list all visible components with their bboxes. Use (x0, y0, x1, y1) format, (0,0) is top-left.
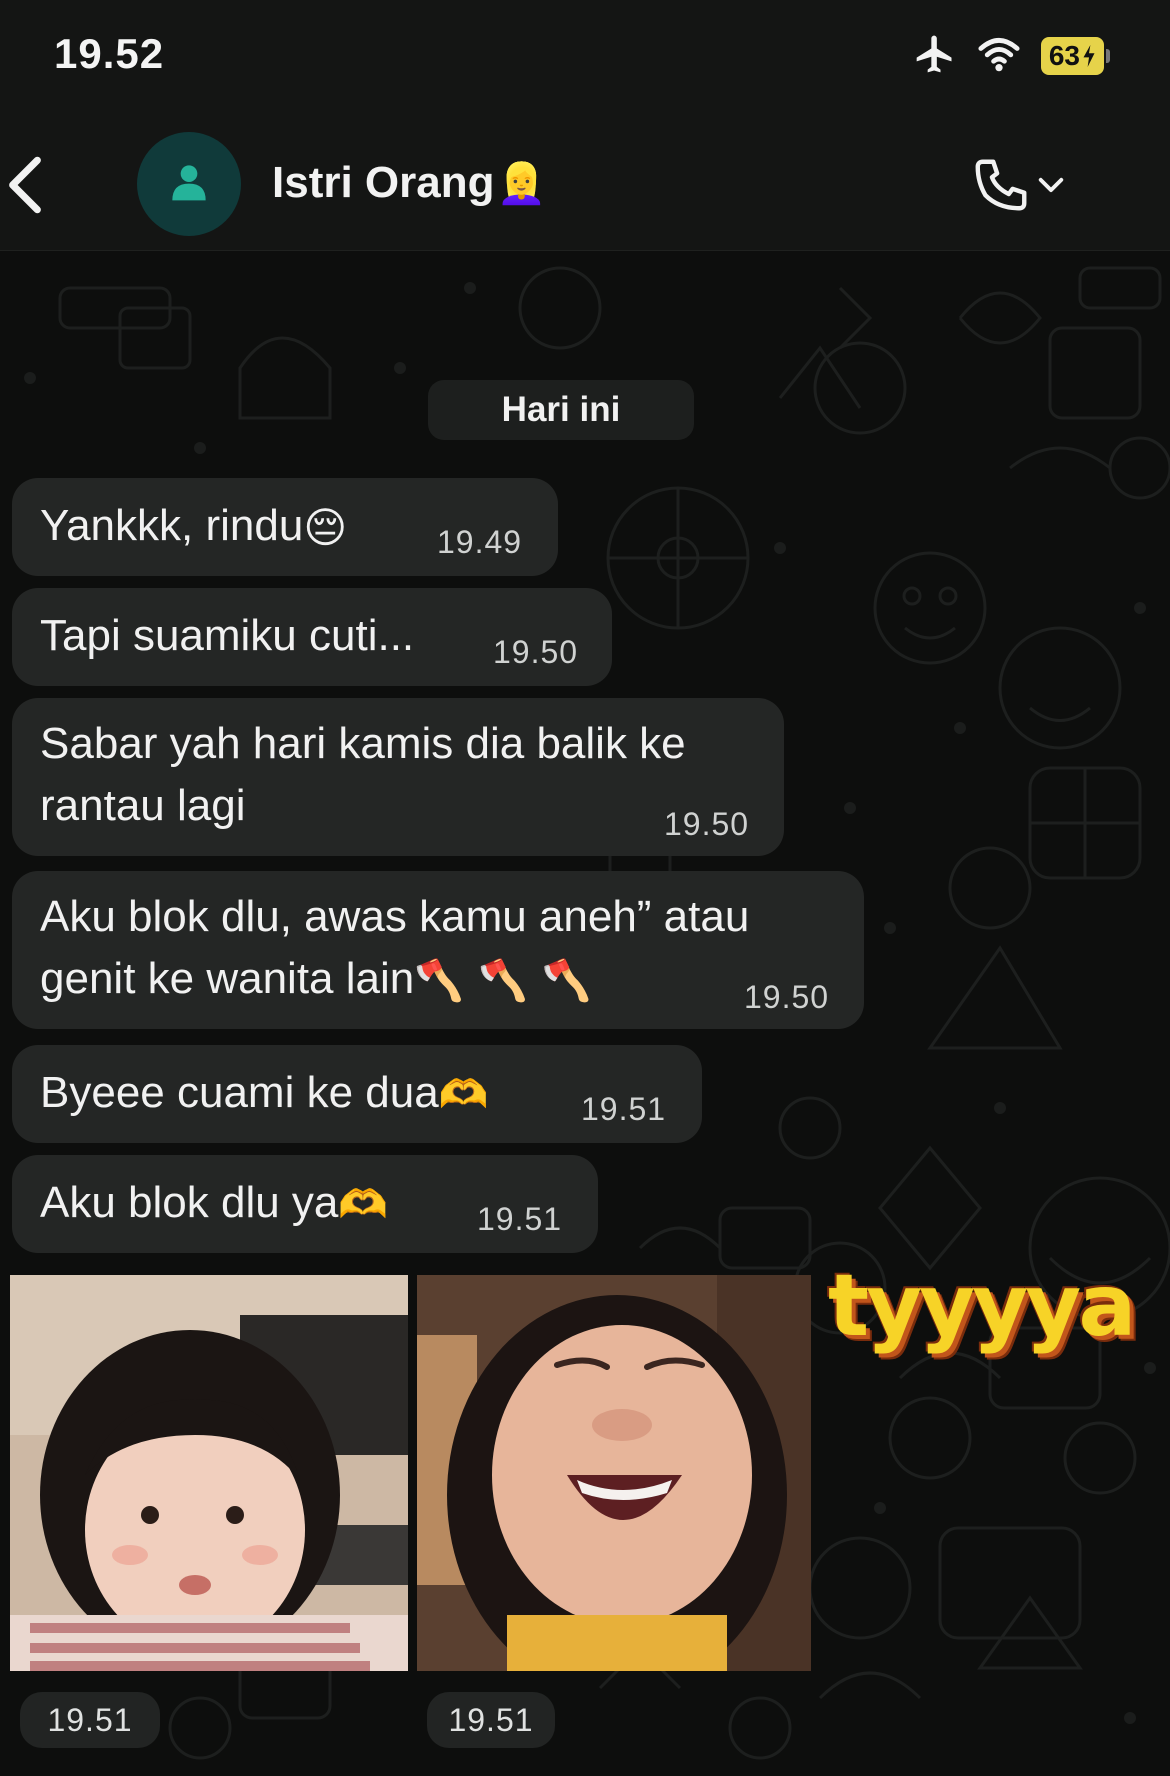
chat-screen: 19.52 63 (0, 0, 1170, 1776)
chevron-down-icon (1038, 176, 1064, 199)
message-emoji: 🪓🪓🪓 (414, 959, 606, 1004)
child-laughing-image (417, 1275, 811, 1671)
call-button[interactable] (970, 152, 1080, 222)
message-bubble[interactable]: Tapi suamiku cuti... 19.50 (12, 588, 612, 686)
message-time: 19.50 (744, 979, 830, 1015)
child-photo-image (10, 1275, 408, 1671)
message-text: Byeee cuami ke dua (40, 1068, 439, 1117)
message-text-line2: genit ke wanita lain (40, 954, 415, 1003)
contact-name-text: Istri Orang (272, 158, 495, 207)
contact-emoji: 👱‍♀️ (496, 161, 547, 206)
status-time: 19.52 (54, 30, 165, 77)
message-bubble[interactable]: Sabar yah hari kamis dia balik ke rantau… (12, 698, 784, 856)
back-chevron-icon (7, 155, 43, 220)
battery-charging-icon: 63 (1040, 37, 1110, 75)
back-button[interactable] (0, 152, 50, 222)
message-text: Yankkk, rindu (40, 501, 304, 550)
message-time: 19.51 (477, 1201, 563, 1237)
overlay-caption: tyyyya (828, 1256, 1136, 1356)
message-bubble[interactable]: Yankkk, rindu😔 19.49 (12, 478, 558, 576)
message-emoji: 😔 (303, 504, 348, 552)
contact-avatar[interactable] (137, 132, 241, 236)
chat-header: Istri Orang 👱‍♀️ (0, 112, 1170, 251)
photo-time: 19.51 (20, 1692, 160, 1748)
message-time: 19.50 (664, 806, 750, 842)
message-text-line1: Aku blok dlu, awas kamu aneh” atau (40, 892, 750, 941)
message-bubble[interactable]: Aku blok dlu ya🫶 19.51 (12, 1155, 598, 1253)
message-text: Aku blok dlu ya (40, 1178, 339, 1227)
message-text-line2: rantau lagi (40, 781, 246, 830)
photo-message[interactable] (10, 1275, 408, 1671)
message-emoji: 🫶 (338, 1183, 389, 1228)
message-emoji: 🫶 (438, 1073, 489, 1118)
message-time: 19.51 (581, 1091, 667, 1127)
message-bubble[interactable]: Aku blok dlu, awas kamu aneh” atau genit… (12, 871, 864, 1029)
photo-time: 19.51 (427, 1692, 555, 1748)
message-bubble[interactable]: Byeee cuami ke dua🫶 19.51 (12, 1045, 702, 1143)
photo-message[interactable] (417, 1275, 811, 1671)
status-icons: 63 (913, 34, 1110, 78)
message-time: 19.50 (493, 634, 579, 670)
battery-level: 63 (1048, 40, 1080, 71)
message-text-line1: Sabar yah hari kamis dia balik ke (40, 719, 686, 768)
wifi-icon (977, 34, 1021, 79)
person-avatar-icon (169, 162, 209, 207)
status-bar: 19.52 63 (0, 0, 1170, 112)
message-text: Tapi suamiku cuti... (40, 611, 415, 660)
date-divider: Hari ini (428, 380, 694, 440)
airplane-icon (913, 32, 957, 81)
phone-icon (970, 154, 1032, 221)
message-time: 19.49 (437, 524, 523, 560)
contact-name[interactable]: Istri Orang 👱‍♀️ (272, 158, 546, 208)
